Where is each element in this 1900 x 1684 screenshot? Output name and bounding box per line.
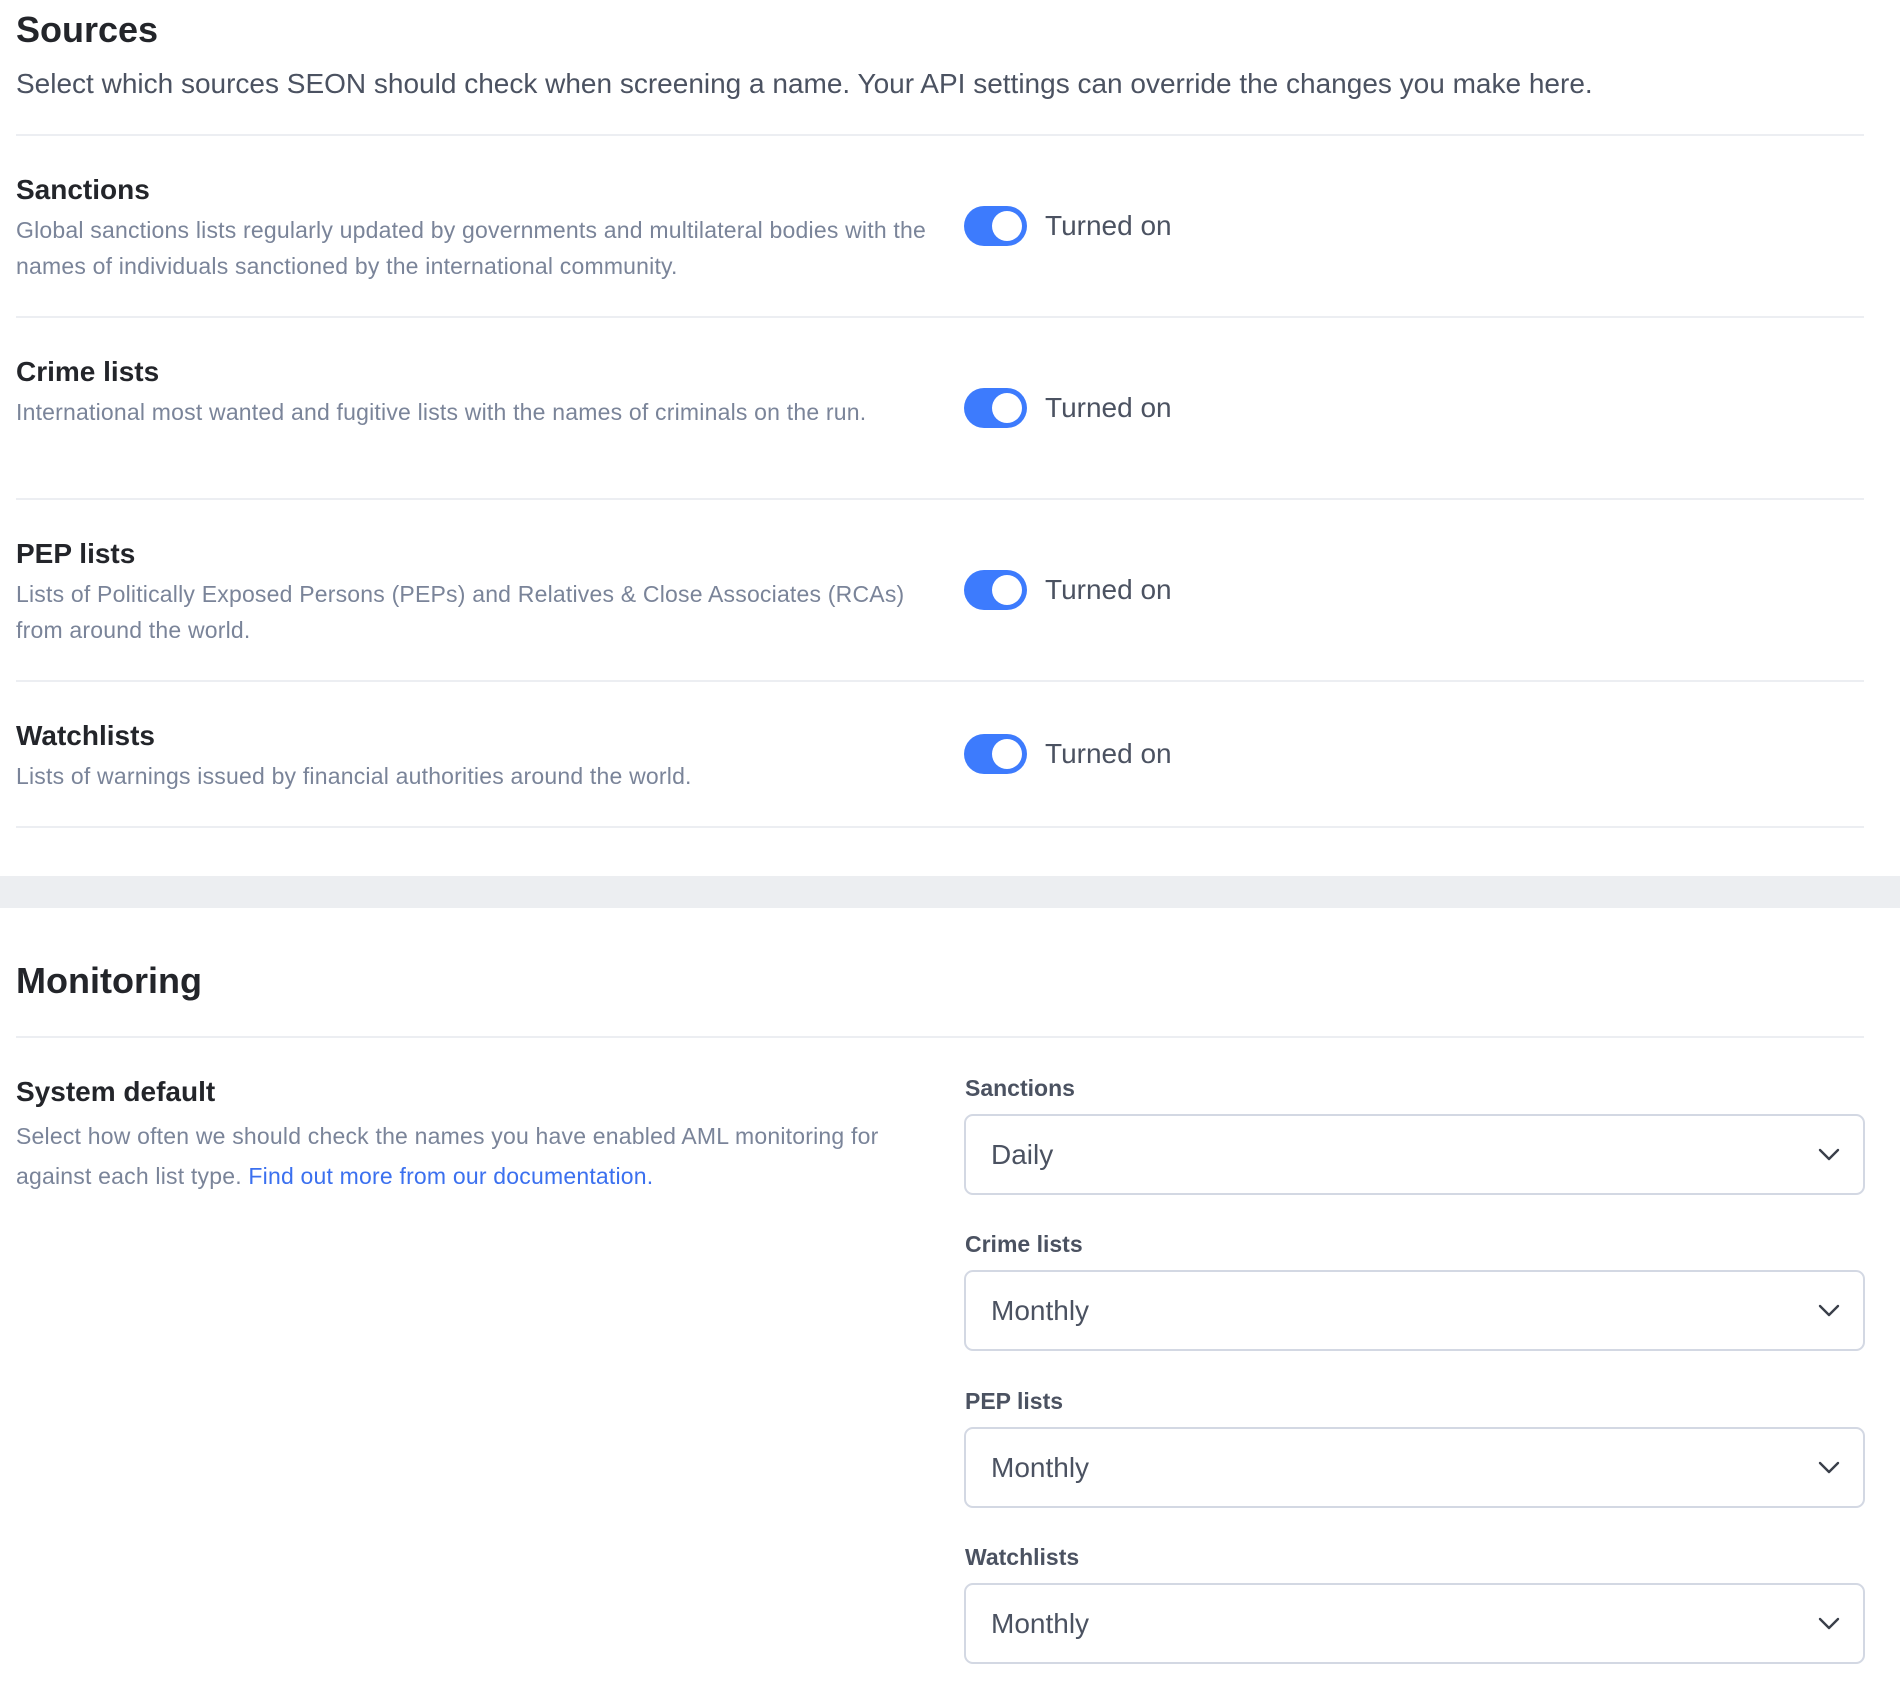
source-title: PEP lists [16,538,136,569]
watchlists-frequency-label: Watchlists [965,1544,1080,1570]
monitoring-title: Monitoring [16,960,202,1001]
source-description: Lists of warnings issued by financial au… [16,763,692,789]
source-description: Lists of Politically Exposed Persons (PE… [16,581,905,643]
sources-subtitle: Select which sources SEON should check w… [16,68,1593,99]
selected-value: Monthly [991,1608,1090,1639]
source-title: Sanctions [16,174,150,205]
watchlists-toggle[interactable] [964,734,1027,774]
selected-value: Daily [991,1139,1054,1170]
chevron-down-icon [1818,1148,1840,1161]
toggle-knob [992,211,1022,241]
chevron-down-icon [1818,1304,1840,1317]
pep-lists-toggle[interactable] [964,570,1027,610]
source-title: Crime lists [16,356,160,387]
crime-lists-frequency-label: Crime lists [965,1231,1083,1257]
toggle-status-label: Turned on [1045,392,1172,423]
chevron-down-icon [1818,1461,1840,1474]
toggle-knob [992,575,1022,605]
divider [16,316,1864,318]
documentation-link[interactable]: Find out more from our documentation. [248,1163,653,1189]
crime-lists-frequency-select[interactable]: Monthly [964,1270,1865,1351]
divider [16,1036,1864,1038]
toggle-knob [992,739,1022,769]
chevron-down-icon [1818,1617,1840,1630]
sanctions-frequency-label: Sanctions [965,1075,1075,1101]
system-default-description: Select how often we should check the nam… [16,1116,916,1196]
divider [16,680,1864,682]
selected-value: Monthly [991,1295,1090,1326]
divider [16,498,1864,500]
source-title: Watchlists [16,720,155,751]
divider [16,826,1864,828]
toggle-status-label: Turned on [1045,210,1172,241]
sanctions-toggle[interactable] [964,206,1027,246]
source-description: Global sanctions lists regularly updated… [16,217,926,279]
toggle-knob [992,393,1022,423]
sources-title: Sources [16,9,159,50]
system-default-title: System default [16,1076,216,1107]
source-description: International most wanted and fugitive l… [16,399,867,425]
pep-lists-frequency-label: PEP lists [965,1388,1064,1414]
toggle-status-label: Turned on [1045,738,1172,769]
divider [16,134,1864,136]
crime-lists-toggle[interactable] [964,388,1027,428]
watchlists-frequency-select[interactable]: Monthly [964,1583,1865,1664]
sanctions-frequency-select[interactable]: Daily [964,1114,1865,1195]
pep-lists-frequency-select[interactable]: Monthly [964,1427,1865,1508]
section-separator [0,876,1900,908]
selected-value: Monthly [991,1452,1090,1483]
toggle-status-label: Turned on [1045,574,1172,605]
